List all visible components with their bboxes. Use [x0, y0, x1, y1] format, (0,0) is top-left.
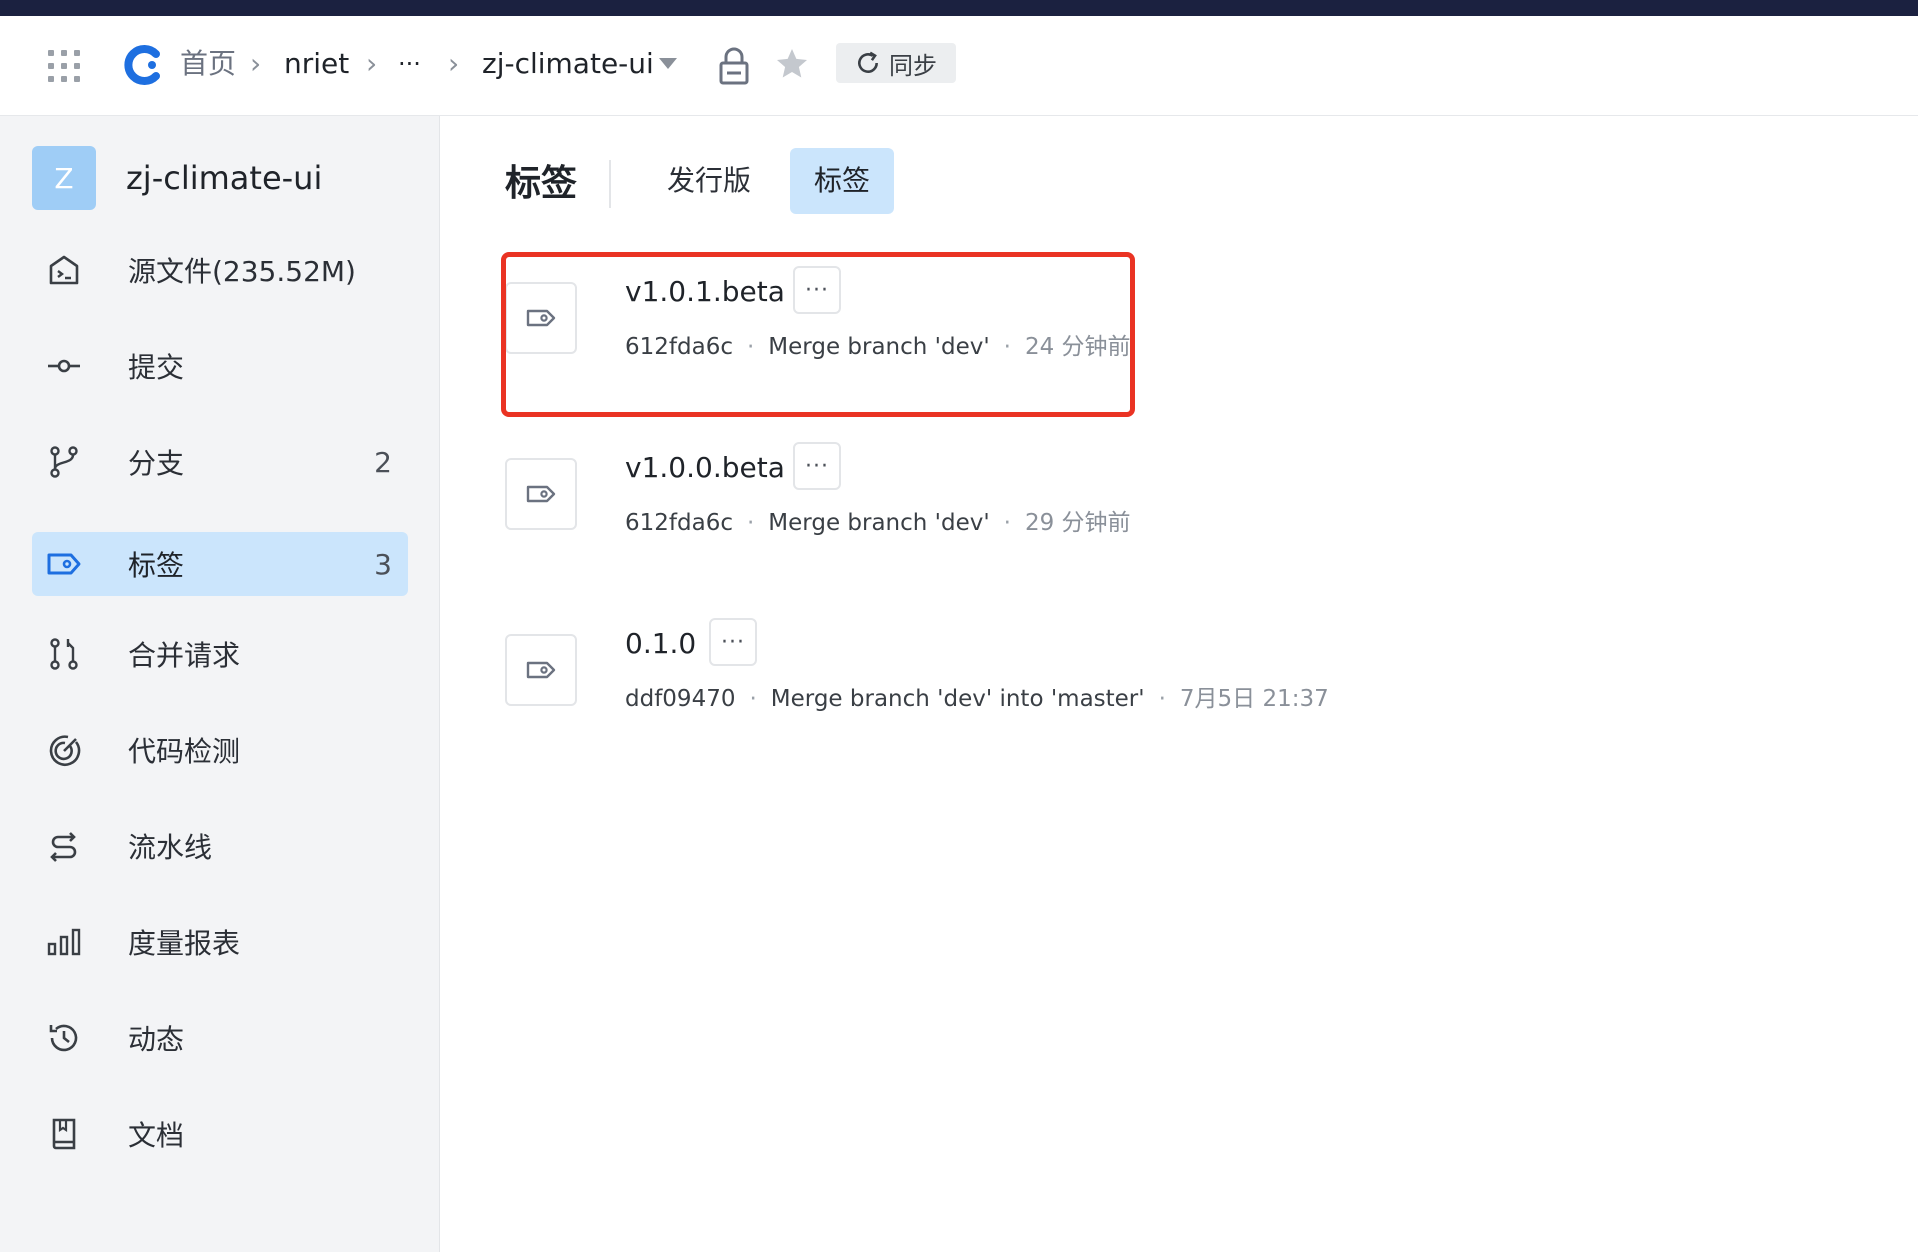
list-item[interactable]: v1.0.1.beta ··· 612fda6c · Merge branch 'd… — [505, 252, 1405, 362]
sidebar-item-label: 代码检测 — [128, 735, 241, 768]
lock-icon[interactable] — [718, 46, 750, 86]
page-title: 标签 — [505, 163, 578, 204]
separator-dot: · — [746, 334, 755, 360]
tag-meta: 612fda6c · Merge branch 'dev' · 29 分钟前 — [625, 506, 1131, 540]
separator-dot: · — [1158, 686, 1166, 712]
sidebar-item-merge-requests[interactable]: 合并请求 — [32, 622, 408, 686]
separator-dot: · — [749, 686, 757, 712]
sidebar-item-label: 提交 — [128, 351, 185, 384]
timestamp: 24 分钟前 — [1024, 334, 1131, 360]
refresh-icon — [858, 51, 878, 73]
logo-icon[interactable] — [120, 42, 166, 88]
breadcrumb-org[interactable]: nriet — [284, 44, 349, 84]
top-strip — [0, 0, 1918, 16]
caret-down-icon[interactable] — [659, 58, 677, 69]
sync-label: 同步 — [889, 51, 937, 80]
sidebar-item-label: 文档 — [128, 1119, 185, 1152]
chevron-right-icon: › — [250, 47, 262, 80]
tag-name[interactable]: 0.1.0 — [625, 622, 696, 666]
repo-name: zj-climate-ui — [126, 159, 323, 197]
commit-message[interactable]: Merge branch 'dev' — [768, 510, 989, 536]
breadcrumb-ellipsis[interactable]: ··· — [398, 44, 421, 84]
commit-hash[interactable]: 612fda6c — [625, 334, 733, 360]
repo-header[interactable]: Z zj-climate-ui — [32, 146, 322, 210]
code-folder-icon — [49, 255, 79, 285]
sidebar-item-label: 合并请求 — [128, 639, 241, 672]
header: 首页 › nriet › ··· › zj-climate-ui 同步 — [0, 16, 1918, 116]
more-actions-button[interactable]: ··· — [793, 266, 841, 314]
tag-name[interactable]: v1.0.0.beta — [625, 446, 785, 490]
sidebar-item-tags[interactable]: 标签 3 — [32, 532, 408, 596]
separator-dot: · — [1003, 510, 1011, 536]
book-icon — [52, 1118, 76, 1150]
tab-tags[interactable]: 标签 — [790, 148, 895, 214]
commit-icon — [48, 359, 80, 373]
commit-hash[interactable]: 612fda6c — [625, 510, 733, 536]
sidebar-item-label: 分支 — [128, 447, 185, 480]
pipeline-icon — [50, 832, 77, 862]
sidebar-item-label: 标签 — [128, 549, 185, 582]
main-content: 标签 发行版 标签 v1.0.1.beta ··· 612fda6c · Merge… — [441, 116, 1918, 1252]
breadcrumb-repo[interactable]: zj-climate-ui — [482, 44, 654, 84]
sidebar-item-count: 3 — [374, 547, 392, 581]
separator-dot: · — [1003, 334, 1011, 360]
sidebar: Z zj-climate-ui 源文件(235.52M) 提交 分支 2 标签 … — [0, 116, 440, 1252]
divider — [609, 160, 611, 208]
sidebar-item-label: 动态 — [128, 1023, 185, 1056]
chevron-right-icon: › — [366, 47, 378, 80]
tag-meta: ddf09470 · Merge branch 'dev' into 'master… — [625, 682, 1329, 716]
commit-message[interactable]: Merge branch 'dev' into 'master' — [771, 686, 1145, 712]
separator-dot: · — [746, 510, 755, 536]
sidebar-item-branches[interactable]: 分支 2 — [32, 430, 408, 494]
tag-icon — [505, 634, 577, 706]
sidebar-item-code-scan[interactable]: 代码检测 — [32, 718, 408, 782]
app-grid-icon[interactable] — [48, 50, 80, 82]
merge-request-icon — [50, 638, 78, 670]
tag-icon — [505, 458, 577, 530]
sidebar-item-label: 流水线 — [128, 831, 213, 864]
sidebar-item-pipeline[interactable]: 流水线 — [32, 814, 408, 878]
sidebar-item-activity[interactable]: 动态 — [32, 1006, 408, 1070]
sidebar-item-docs[interactable]: 文档 — [32, 1102, 408, 1166]
sidebar-item-label: 度量报表 — [128, 927, 241, 960]
more-actions-button[interactable]: ··· — [709, 618, 757, 666]
timestamp: 7月5日 21:37 — [1179, 686, 1329, 712]
code-scan-icon — [49, 735, 81, 766]
star-icon[interactable] — [774, 46, 810, 82]
breadcrumb-home[interactable]: 首页 — [180, 44, 236, 84]
chevron-right-icon: › — [448, 47, 460, 80]
branch-icon — [50, 446, 78, 478]
timestamp: 29 分钟前 — [1024, 510, 1131, 536]
history-icon — [49, 1024, 78, 1052]
list-item[interactable]: 0.1.0 ··· ddf09470 · Merge branch 'dev' in… — [505, 604, 1405, 714]
sidebar-item-source[interactable]: 源文件(235.52M) — [32, 238, 408, 302]
sidebar-item-commits[interactable]: 提交 — [32, 334, 408, 398]
commit-message[interactable]: Merge branch 'dev' — [768, 334, 989, 360]
tag-icon — [505, 282, 577, 354]
sidebar-item-reports[interactable]: 度量报表 — [32, 910, 408, 974]
more-actions-button[interactable]: ··· — [793, 442, 841, 490]
tag-name[interactable]: v1.0.1.beta — [625, 270, 785, 314]
tab-releases[interactable]: 发行版 — [643, 148, 775, 214]
list-item[interactable]: v1.0.0.beta ··· 612fda6c · Merge branch 'd… — [505, 428, 1405, 538]
sync-button[interactable]: 同步 — [836, 43, 956, 83]
sidebar-item-count: 2 — [374, 445, 392, 479]
commit-hash[interactable]: ddf09470 — [625, 686, 735, 712]
sidebar-item-label: 源文件(235.52M) — [128, 255, 356, 288]
repo-avatar: Z — [32, 146, 96, 210]
tag-meta: 612fda6c · Merge branch 'dev' · 24 分钟前 — [625, 330, 1131, 364]
tag-icon — [47, 553, 81, 575]
bar-chart-icon — [47, 928, 81, 956]
